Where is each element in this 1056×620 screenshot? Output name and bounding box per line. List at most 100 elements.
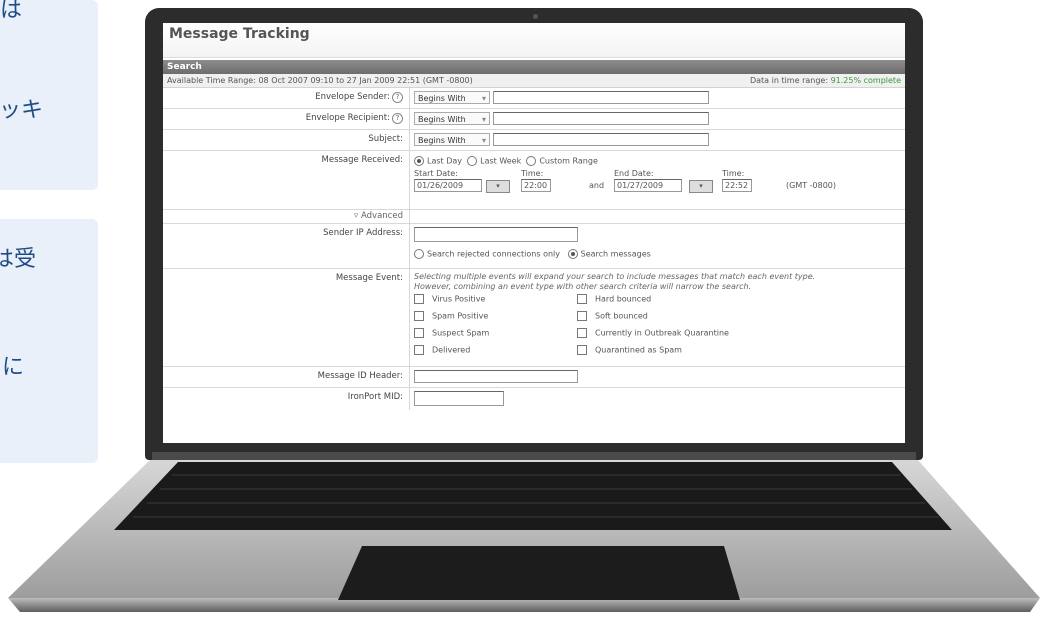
event-soft-bounced[interactable]: Soft bounced	[577, 311, 648, 321]
checkbox[interactable]	[577, 345, 587, 355]
webcam-dot	[533, 14, 538, 19]
envelope-sender-controls: Begins With ▾	[409, 88, 905, 108]
checkbox-label: Quarantined as Spam	[595, 345, 682, 355]
event-spam-positive[interactable]: Spam Positive	[414, 311, 488, 321]
envelope-sender-label: Envelope Sender:?	[163, 88, 409, 108]
start-date-input[interactable]: 01/26/2009	[414, 179, 482, 192]
checkbox[interactable]	[577, 328, 587, 338]
page-title: Message Tracking	[163, 23, 905, 58]
message-event-controls: Selecting multiple events will expand yo…	[409, 269, 905, 366]
start-date-label: Start Date:	[414, 169, 458, 178]
radio-label: Custom Range	[539, 156, 598, 166]
section-header: Search	[163, 60, 905, 74]
last-day-radio[interactable]	[414, 156, 424, 166]
sender-ip-row: Sender IP Address: Search rejected conne…	[163, 224, 905, 269]
sender-ip-options: Search rejected connections only Search …	[414, 249, 901, 259]
envelope-recipient-row: Envelope Recipient:? Begins With ▾	[163, 109, 905, 130]
base-front-edge	[8, 598, 1040, 612]
label-text: Envelope Recipient:	[305, 113, 390, 123]
data-completeness-value: 91.25% complete	[830, 76, 901, 85]
radio-label: Search messages	[580, 249, 651, 259]
ironport-mid-controls	[409, 388, 905, 410]
help-icon[interactable]: ?	[392, 113, 403, 124]
start-time-label: Time:	[521, 169, 544, 178]
label-text: Envelope Sender:	[315, 92, 390, 102]
calendar-icon[interactable]: ▾	[486, 180, 510, 193]
chevron-down-icon: ▾	[481, 136, 486, 145]
ironport-mid-input[interactable]	[414, 391, 504, 406]
event-outbreak-quarantine[interactable]: Currently in Outbreak Quarantine	[577, 328, 729, 338]
event-hint-line: Selecting multiple events will expand yo…	[414, 272, 816, 281]
radio-label: Last Day	[427, 156, 463, 166]
sender-ip-controls: Search rejected connections only Search …	[409, 224, 905, 268]
radio-label: Last Week	[480, 156, 522, 166]
sender-ip-input[interactable]	[414, 227, 578, 242]
message-event-row: Message Event: Selecting multiple events…	[163, 269, 905, 367]
checkbox[interactable]	[414, 311, 424, 321]
event-quarantined-spam[interactable]: Quarantined as Spam	[577, 345, 682, 355]
search-messages-radio[interactable]	[567, 249, 578, 259]
keyboard-key-rows	[133, 474, 939, 518]
sender-ip-label: Sender IP Address:	[323, 228, 403, 238]
trackpad	[338, 546, 740, 600]
data-completeness-label: Data in time range:	[749, 76, 829, 85]
calendar-icon[interactable]: ▾	[689, 180, 713, 193]
envelope-recipient-operator-select[interactable]: Begins With ▾	[414, 112, 490, 125]
envelope-recipient-input[interactable]	[492, 112, 709, 125]
radio-label: Search rejected connections only	[427, 249, 560, 259]
subject-operator-select[interactable]: Begins With ▾	[414, 133, 490, 146]
custom-range-radio[interactable]	[526, 156, 537, 166]
card-text-line: は受	[0, 247, 37, 272]
date-range-options: Last Day Last Week Custom Range	[414, 156, 901, 166]
event-delivered[interactable]: Delivered	[414, 345, 470, 355]
checkbox[interactable]	[414, 345, 424, 355]
advanced-toggle[interactable]: ▿ Advanced	[163, 210, 409, 223]
last-week-radio[interactable]	[467, 156, 478, 166]
checkbox-label: Suspect Spam	[432, 328, 490, 338]
message-received-label: Message Received:	[321, 155, 404, 165]
data-completeness: Data in time range: 91.25% complete	[750, 74, 901, 87]
subject-row: Subject: Begins With ▾	[163, 130, 905, 151]
envelope-sender-input[interactable]	[492, 91, 709, 104]
message-id-label: Message ID Header:	[317, 371, 403, 381]
message-id-input[interactable]	[414, 370, 578, 383]
timezone-text: (GMT -0800)	[786, 181, 837, 190]
checkbox[interactable]	[414, 328, 424, 338]
event-virus-positive[interactable]: Virus Positive	[414, 294, 485, 304]
event-checkbox-grid: Virus Positive Spam Positive Suspect Spa…	[414, 294, 901, 358]
checkbox[interactable]	[577, 311, 587, 321]
event-suspect-spam[interactable]: Suspect Spam	[414, 328, 489, 338]
chevron-down-icon: ▾	[481, 94, 486, 103]
select-value: Begins With	[418, 115, 466, 124]
envelope-sender-operator-select[interactable]: Begins With ▾	[414, 91, 490, 104]
checkbox[interactable]	[414, 294, 424, 304]
event-hint-line: However, combining an event type with ot…	[414, 282, 752, 291]
select-value: Begins With	[418, 94, 466, 103]
laptop-hinge	[152, 452, 916, 462]
checkbox-label: Spam Positive	[432, 311, 489, 321]
help-icon[interactable]: ?	[392, 92, 403, 103]
envelope-recipient-controls: Begins With ▾	[409, 109, 905, 129]
checkbox-label: Soft bounced	[595, 311, 648, 321]
message-id-controls	[409, 367, 905, 387]
message-id-row: Message ID Header:	[163, 367, 905, 388]
subject-controls: Begins With ▾	[409, 130, 905, 150]
search-rejected-radio[interactable]	[414, 249, 424, 259]
start-time-input[interactable]: 22:00	[521, 179, 551, 192]
end-time-input[interactable]: 22:52	[722, 179, 752, 192]
time-range-text: Available Time Range: 08 Oct 2007 09:10 …	[167, 76, 473, 85]
end-date-input[interactable]: 01/27/2009	[614, 179, 682, 192]
subject-input[interactable]	[492, 133, 709, 146]
checkbox-label: Currently in Outbreak Quarantine	[595, 328, 729, 338]
checkbox-label: Virus Positive	[432, 294, 486, 304]
subject-label: Subject:	[368, 134, 403, 144]
message-received-controls: Last Day Last Week Custom Range Start Da…	[409, 151, 905, 209]
end-time-label: Time:	[722, 169, 745, 178]
checkbox[interactable]	[577, 294, 587, 304]
event-hard-bounced[interactable]: Hard bounced	[577, 294, 651, 304]
screen: Message Tracking Search Available Time R…	[163, 23, 905, 443]
checkbox-label: Hard bounced	[595, 294, 652, 304]
and-text: and	[589, 181, 605, 190]
message-event-label: Message Event:	[335, 273, 403, 283]
time-range-bar: Available Time Range: 08 Oct 2007 09:10 …	[163, 74, 905, 88]
